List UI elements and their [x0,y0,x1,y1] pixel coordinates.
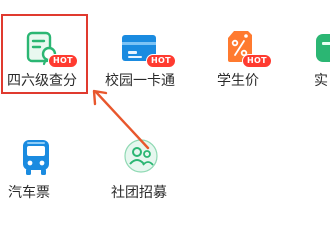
grid-item-label: 实 [314,73,328,89]
grid-item-campus-card[interactable]: HOT 校园一卡通 [100,18,185,94]
bus-icon [20,138,52,182]
grid-item-label: 社团招募 [111,185,167,201]
grid-item-club-recruit[interactable]: 社团招募 [105,130,185,210]
hot-badge: HOT [242,54,272,68]
grid-item-bus-ticket[interactable]: 汽车票 [8,130,78,210]
club-recruit-icon [123,138,159,178]
hot-badge: HOT [146,54,176,68]
highlight-box [1,14,88,94]
service-grid: HOT 四六级查分 HOT 校园一卡通 HOT 学生价 实 汽车票 社团招募 [0,0,330,220]
grid-item-label: 汽车票 [8,185,50,201]
partial-cut-off-icon [316,32,330,68]
grid-item-label: 校园一卡通 [105,73,175,89]
grid-item-label: 学生价 [217,73,259,89]
grid-item-student-price[interactable]: HOT 学生价 [210,18,285,94]
grid-item-partial[interactable]: 实 [312,18,330,94]
